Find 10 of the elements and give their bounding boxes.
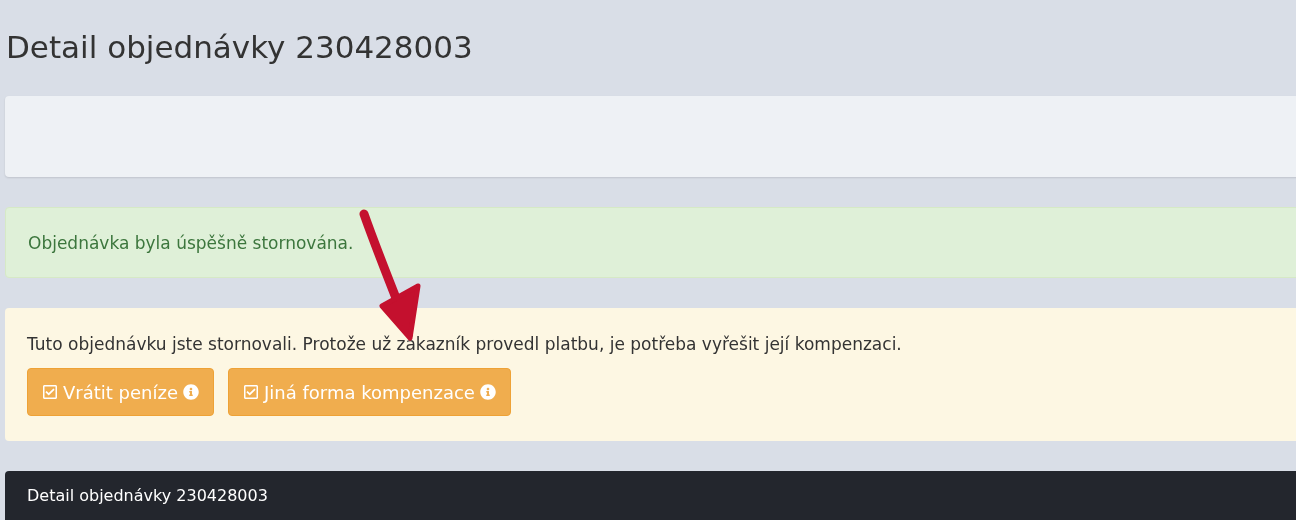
info-icon bbox=[183, 384, 199, 401]
bar-title: Detail objednávky 230428003 bbox=[27, 486, 268, 505]
success-message: Objednávka byla úspěšně stornována. bbox=[28, 232, 354, 253]
page-title: Detail objednávky 230428003 bbox=[6, 28, 474, 67]
checkbox-icon bbox=[42, 384, 58, 401]
warning-message: Tuto objednávku jste stornovali. Protože už zákazník provedl platbu, je potřeba vyřešit její kompenzaci. bbox=[27, 334, 903, 355]
compensation-button[interactable]: Jiná forma kompenzace bbox=[228, 368, 511, 417]
checkbox-icon bbox=[243, 384, 259, 401]
info-icon bbox=[479, 384, 496, 401]
compensation-button[interactable]: Vrátit peníze bbox=[27, 368, 214, 417]
